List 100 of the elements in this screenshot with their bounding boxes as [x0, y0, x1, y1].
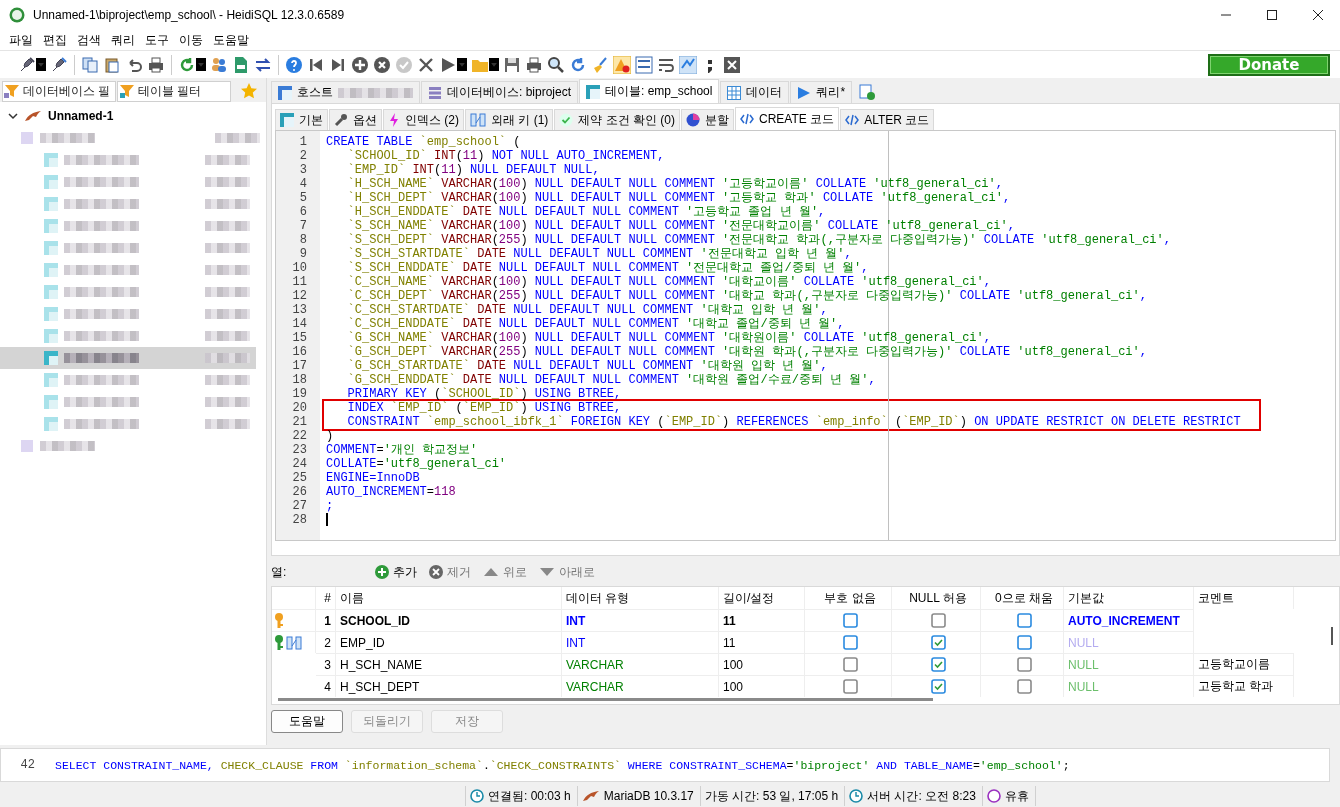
window-title: Unnamed-1\biproject\emp_school\ - HeidiSQL 12.3.0.6589 [33, 8, 345, 22]
code-line: CONSTRAINT `emp_school_ibfk_1` FOREIGN KEY (`EMP_ID`) REFERENCES `emp_info` (`EMP_ID`) ON UPDATE RESTRICT ON DELETE RESTRICT [346, 415, 1241, 429]
action-button[interactable]: 도움말 [271, 709, 343, 733]
code-line: `S_SCH_STARTDATE` DATE NULL DEFAULT NULL COMMENT '전문대학교 입학 년 월', [346, 247, 853, 261]
column-header[interactable]: 이름 [336, 587, 562, 609]
column-header[interactable]: # [316, 587, 336, 609]
tab[interactable]: 기본 [275, 109, 328, 130]
code-line: `S_SCH_DEPT` VARCHAR(255) NULL DEFAULT NULL COMMENT '전문대학교 학과(,구분자로 다중입력가능)' COLLATE 'utf8_general_ci', [346, 233, 1172, 247]
code-line: `H_SCH_ENDDATE` DATE NULL DEFAULT NULL COMMENT '고등학교 졸업 년 월', [346, 205, 827, 219]
line-number: 3 [298, 163, 308, 177]
status-text: 유휴 [1004, 787, 1029, 805]
tab[interactable]: 옵션 [329, 109, 382, 130]
filter-field[interactable]: 테이블 필터 [117, 80, 231, 102]
line-number: 18 [291, 373, 308, 387]
tab[interactable]: 쿼리* [790, 81, 853, 103]
code-line: PRIMARY KEY (`SCHOOL_ID`) USING BTREE, [346, 387, 623, 401]
table-cell: 2 [316, 631, 336, 653]
tab[interactable]: 인덱스 (2) [383, 109, 464, 130]
status-text: 서버 시간: 오전 8:23 [867, 787, 976, 805]
column-header[interactable]: 코멘트 [1194, 587, 1294, 609]
table-cell: 11 [719, 631, 805, 653]
line-number: 28 [291, 513, 308, 527]
menu-item[interactable]: 쿼리 [106, 31, 140, 49]
menu-item[interactable]: 도움말 [208, 31, 254, 49]
line-number: 16 [291, 345, 308, 359]
tab[interactable]: 제약 조건 확인 (0) [554, 109, 680, 130]
table-cell: NULL [1064, 631, 1194, 653]
code-line: `S_SCH_ENDDATE` DATE NULL DEFAULT NULL COMMENT '전문대학교 졸업/중퇴 년 월', [346, 261, 870, 275]
code-line: COLLATE='utf8_general_ci' [326, 457, 508, 471]
column-header[interactable]: NULL 허용 [892, 587, 981, 609]
filter-field[interactable]: 데이터베이스 필 [2, 80, 116, 102]
column-header[interactable]: 부호 없음 [805, 587, 892, 609]
line-number: 26 [291, 485, 308, 499]
column-header[interactable]: 길이/설정 [719, 587, 805, 609]
table-cell: 100 [719, 653, 805, 675]
column-header[interactable]: 데이터 유형 [562, 587, 719, 609]
tree-item[interactable]: Unnamed-1 [48, 109, 114, 123]
code-line: AUTO_INCREMENT=118 [326, 485, 457, 499]
status-text: 연결됨: 00:03 h [488, 787, 571, 805]
menu-item[interactable]: 검색 [72, 31, 106, 49]
section-label: 열: [271, 563, 288, 581]
line-number: 2 [298, 149, 308, 163]
menu-item[interactable]: 파일 [4, 31, 38, 49]
table-cell: AUTO_INCREMENT [1064, 609, 1194, 631]
line-number: 14 [291, 317, 308, 331]
code-line: COMMENT='개인 학교정보' [326, 443, 479, 457]
code-line: `G_SCH_STARTDATE` DATE NULL DEFAULT NULL COMMENT '대학원 입학 년 월', [346, 359, 829, 373]
line-number: 19 [291, 387, 308, 401]
line-number: 22 [291, 429, 308, 443]
line-number: 7 [298, 219, 308, 233]
code-line: `S_SCH_NAME` VARCHAR(100) NULL DEFAULT NULL COMMENT '전문대학교이름' COLLATE 'utf8_general_ci', [346, 219, 1016, 233]
tab[interactable]: 테이블: emp_school [579, 79, 720, 103]
code-line: ; [326, 499, 335, 513]
code-line: ) [326, 429, 335, 443]
tab[interactable]: CREATE 코드 [735, 107, 840, 130]
menu-item[interactable]: 이동 [174, 31, 208, 49]
tab[interactable]: 호스트 [271, 81, 420, 103]
code-line: `H_SCH_DEPT` VARCHAR(100) NULL DEFAULT NULL COMMENT '고등학교 학과' COLLATE 'utf8_general_ci', [346, 191, 1012, 205]
table-cell: EMP_ID [336, 631, 562, 653]
code-line: ENGINE=InnoDB [326, 471, 421, 485]
column-header[interactable]: 기본값 [1064, 587, 1194, 609]
line-number: 24 [291, 457, 308, 471]
table-cell: 1 [316, 609, 336, 631]
line-number: 1 [298, 135, 308, 149]
menu-item[interactable]: 편집 [38, 31, 72, 49]
code-line: `SCHOOL_ID` INT(11) NOT NULL AUTO_INCREMENT, [346, 149, 666, 163]
code-line: `C_SCH_NAME` VARCHAR(100) NULL DEFAULT NULL COMMENT '대학교이름' COLLATE 'utf8_general_ci', [346, 275, 992, 289]
status-text: MariaDB 10.3.17 [603, 789, 694, 803]
status-text: 가동 시간: 53 일, 17:05 h [704, 787, 839, 805]
line-number: 15 [291, 331, 308, 345]
line-number: 21 [291, 415, 308, 429]
tab[interactable]: 분할 [681, 109, 734, 130]
code-line: `C_SCH_STARTDATE` DATE NULL DEFAULT NULL COMMENT '대학교 입학 년 월', [346, 303, 829, 317]
line-number: 25 [291, 471, 308, 485]
table-cell: SCHOOL_ID [336, 609, 562, 631]
tab[interactable]: 데이터 [720, 81, 790, 103]
line-number: 23 [291, 443, 308, 457]
line-number: 13 [291, 303, 308, 317]
table-cell: VARCHAR [562, 653, 719, 675]
table-cell: NULL [1064, 653, 1194, 675]
table-cell: 고등학교이름 [1194, 653, 1294, 675]
table-cell: VARCHAR [562, 675, 719, 697]
code-line: `C_SCH_ENDDATE` DATE NULL DEFAULT NULL COMMENT '대학교 졸업/중퇴 년 월', [346, 317, 846, 331]
tab[interactable]: 외래 키 (1) [465, 109, 554, 130]
tab[interactable]: 데이터베이스: biproject [421, 81, 579, 103]
code-line: `G_SCH_DEPT` VARCHAR(255) NULL DEFAULT NULL COMMENT '대학원 학과(,구분자로 다중입력가능)' COLLATE 'utf8_general_ci', [346, 345, 1148, 359]
line-number: 27 [291, 499, 308, 513]
table-cell: INT [562, 631, 719, 653]
table-cell: 11 [719, 609, 805, 631]
table-cell: INT [562, 609, 719, 631]
table-cell: 고등학교 학과 [1194, 675, 1294, 697]
line-number: 8 [298, 233, 308, 247]
column-header[interactable]: 0으로 채움 [981, 587, 1064, 609]
tab[interactable]: ALTER 코드 [840, 109, 935, 130]
toolbar-button[interactable]: 추가 [371, 563, 421, 581]
code-line: CREATE TABLE `emp_school` ( [326, 135, 522, 149]
menu-item[interactable]: 도구 [140, 31, 174, 49]
line-number: 17 [291, 359, 308, 373]
table-cell: NULL [1064, 675, 1194, 697]
line-number: 4 [298, 177, 308, 191]
